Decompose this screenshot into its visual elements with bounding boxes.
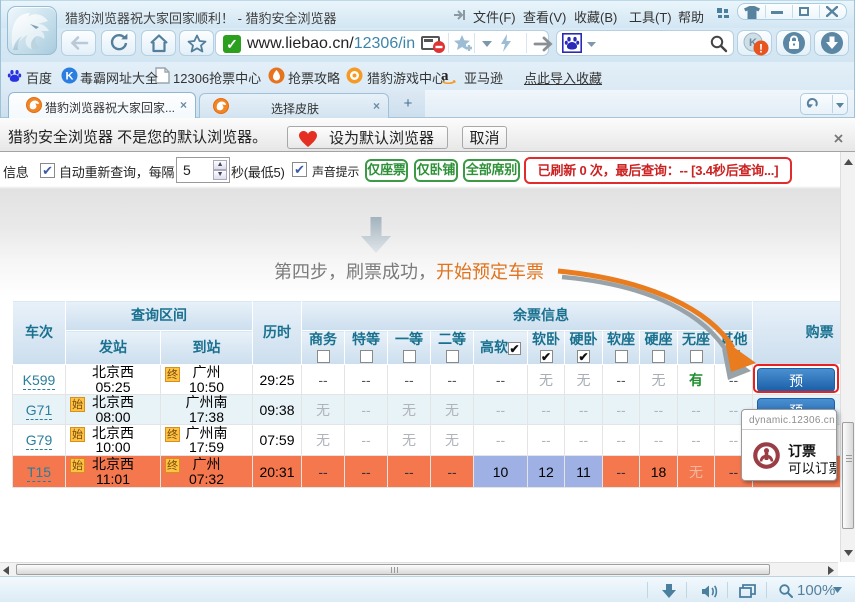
svg-text:K: K <box>66 71 74 83</box>
svg-text:!: ! <box>759 42 763 56</box>
